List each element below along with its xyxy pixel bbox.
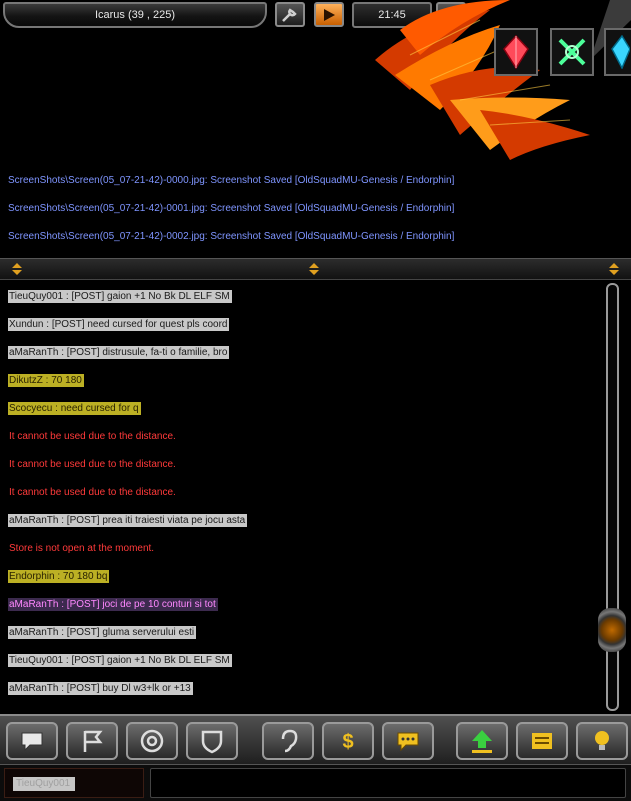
chat-line: It cannot be used due to the distance. [9,431,176,442]
message-input[interactable] [151,769,629,799]
whisper-target-box [4,768,144,798]
upload-button[interactable] [456,722,508,760]
listen-button[interactable] [262,722,314,760]
party-button[interactable] [66,722,118,760]
chat-line: Endorphin : 70 180 bq [8,570,110,583]
system-message: ScreenShots\Screen(05_07-21-42)-0000.jpg… [8,175,455,186]
chat-line: DikutzZ : 70 180 [8,374,84,387]
chat-mode-button[interactable] [6,722,58,760]
flag-icon [83,730,103,752]
cyan-crystal-icon [610,35,630,69]
skill-slot-3[interactable] [604,28,631,76]
chat-input-row [0,764,631,801]
wrench-button[interactable] [275,2,305,27]
chat-line: aMaRanTh : [POST] buy Dl w3+lk or +13 [8,682,193,695]
at-sign-icon [140,729,164,753]
scrollbar-thumb[interactable] [598,608,626,652]
chat-line: TieuQuy001 : [POST] gaion +1 No Bk DL EL… [8,654,232,667]
green-rune-icon [558,38,586,66]
whisper-button[interactable] [126,722,178,760]
speech-bubble-icon [21,732,43,752]
chat-line: aMaRanTh : [POST] gluma serverului esti [8,626,197,639]
whisper-target-input[interactable] [13,777,75,791]
ear-icon [281,729,298,753]
chat-line: aMaRanTh : [POST] prea iti traiesti viat… [8,514,248,527]
chat-line: It cannot be used due to the distance. [9,487,176,498]
hint-button[interactable] [576,722,628,760]
lightbulb-icon [595,731,609,750]
wrench-icon [282,7,297,22]
red-crystal-icon [503,35,529,69]
trade-button[interactable]: $ [322,722,374,760]
resize-arrows-icon[interactable] [10,262,24,276]
upload-arrow-icon [472,730,492,753]
shield-icon [201,730,223,754]
list-button[interactable] [516,722,568,760]
resize-arrows-icon[interactable] [607,262,621,276]
chat-log[interactable]: TieuQuy001 : [POST] gaion +1 No Bk DL EL… [0,278,600,708]
chat-bubble-button[interactable] [382,722,434,760]
skill-slot-2[interactable] [550,28,594,76]
chat-line: aMaRanTh : [POST] joci de pe 10 conturi … [8,598,218,611]
chat-line: Store is not open at the moment. [9,543,155,554]
svg-text:$: $ [342,731,353,753]
phoenix-wing-decoration [375,0,631,160]
location-plate: Icarus (39 , 225) [3,2,267,28]
message-box [150,768,629,799]
system-message: ScreenShots\Screen(05_07-21-42)-0002.jpg… [8,231,455,242]
system-message: ScreenShots\Screen(05_07-21-42)-0001.jpg… [8,203,455,214]
chat-resize-bar[interactable] [0,258,631,280]
chat-dots-icon [397,732,419,752]
skill-slot-1[interactable] [494,28,538,76]
chat-line: aMaRanTh : [POST] distrusule, fa-ti o fa… [8,346,230,359]
resize-arrows-icon[interactable] [307,262,321,276]
chat-toolbar: $ [0,714,631,766]
dollar-icon: $ [342,731,353,753]
chat-line: It cannot be used due to the distance. [9,459,176,470]
list-icon [532,733,552,749]
chat-line: Xundun : [POST] need cursed for quest pl… [8,318,230,331]
location-text: Icarus (39 , 225) [94,9,176,21]
guild-button[interactable] [186,722,238,760]
play-icon [324,8,335,21]
chat-line: TieuQuy001 : [POST] gaion +1 No Bk DL EL… [8,290,232,303]
chat-line: Scocyecu : need cursed for q [8,402,141,415]
